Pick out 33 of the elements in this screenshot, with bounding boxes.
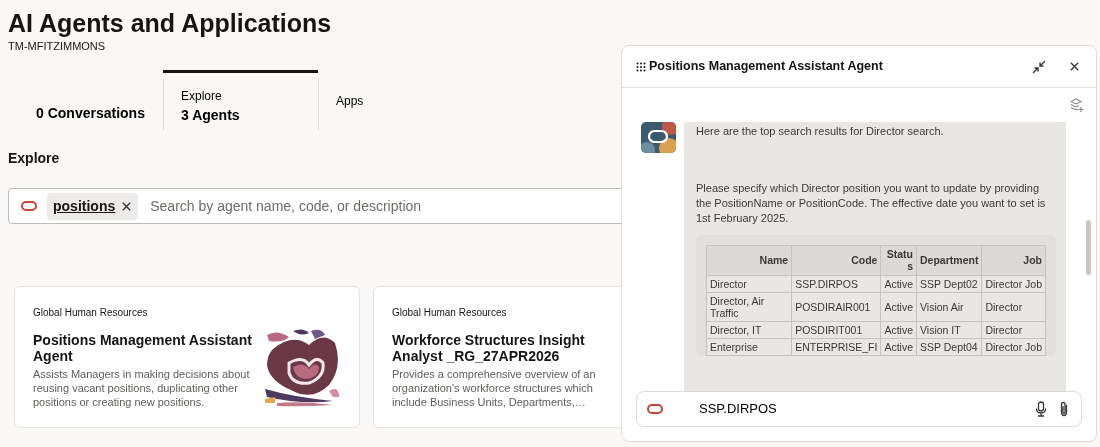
scrollbar-thumb[interactable] [1086, 220, 1091, 275]
agent-category: Global Human Resources [392, 306, 508, 321]
section-title: Explore [8, 149, 61, 167]
grid-menu-icon[interactable] [636, 61, 646, 72]
tab[interactable]: 0 Conversations [8, 69, 163, 130]
table-cell: Vision Air [916, 292, 982, 322]
message-input[interactable]: SSP.DIRPOS [636, 391, 1082, 427]
page-title: AI Agents and Applications [8, 8, 333, 38]
table-cell: POSDIRAIR001 [791, 292, 881, 322]
user-name: TM-MFITZIMMONS [8, 39, 107, 54]
layers-add-icon[interactable] [1070, 98, 1084, 112]
agent-description: Provides a comprehensive overview of an organization's workforce structures which include Business Units, Departments,… [392, 368, 597, 410]
agent-avatar-icon [641, 122, 676, 153]
agent-title: Positions Management Assistant Agent [33, 332, 253, 365]
column-header: Code [791, 245, 881, 275]
message-text: Here are the top search results for Director search. [696, 124, 945, 139]
filter-chip[interactable]: positions [47, 192, 139, 220]
microphone-button[interactable] [1033, 399, 1049, 419]
chat-title: Positions Management Assistant Agent [649, 58, 884, 76]
column-header: Job [981, 245, 1046, 275]
agent-description: Assists Managers in making decisions about reusing vacant positions, duplicating other positions or creating new positions. [33, 368, 251, 410]
table-cell: Director [981, 292, 1046, 322]
agent-category: Global Human Resources [33, 306, 149, 321]
remove-icon [121, 200, 133, 212]
tab[interactable]: Explore 3 Agents [163, 69, 318, 130]
agent-title: Workforce Structures Insight Analyst _RG_27APR2026 [392, 332, 586, 365]
column-header: Status [880, 245, 917, 275]
column-header: Department [916, 245, 982, 275]
tab[interactable]: Apps [318, 69, 473, 130]
table-cell: Director, Air Traffic [706, 292, 792, 322]
agent-card[interactable]: Global Human Resources Positions Management Assistant Agent Assists Managers in making decisions about reusing vacant positions, duplicating other positions or creating new positions. [14, 286, 360, 429]
close-icon [1069, 61, 1080, 72]
column-header: Name [706, 245, 792, 275]
